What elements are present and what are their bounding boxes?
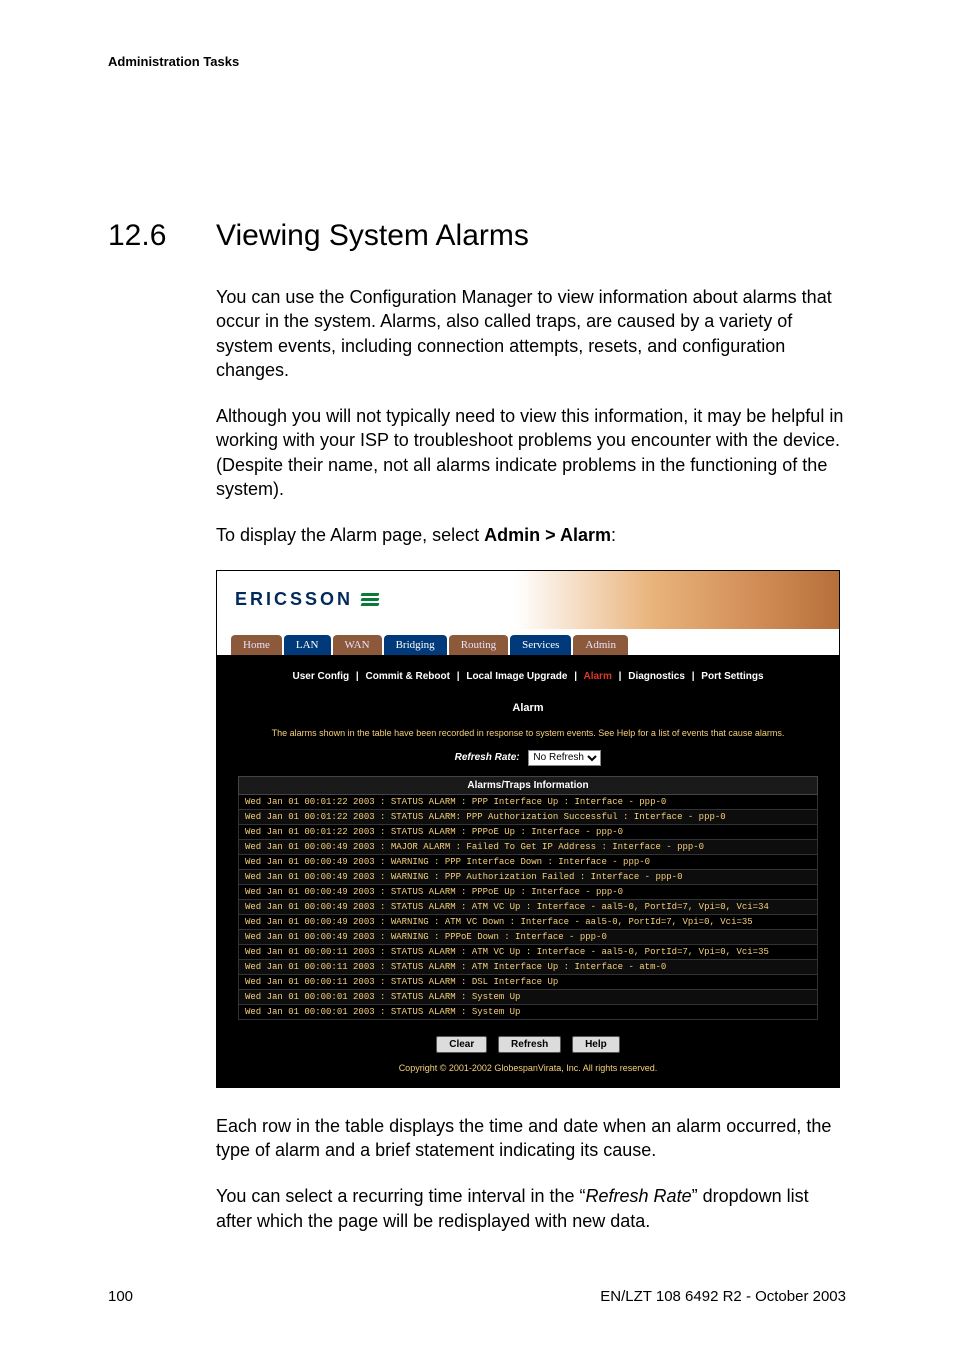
table-row: Wed Jan 01 00:00:49 2003 : STATUS ALARM … [239,899,818,914]
page-number: 100 [108,1288,133,1305]
help-button[interactable]: Help [572,1036,620,1053]
table-row: Wed Jan 01 00:00:49 2003 : WARNING : PPP… [239,854,818,869]
table-row: Wed Jan 01 00:00:01 2003 : STATUS ALARM … [239,1004,818,1019]
refresh-rate-select[interactable]: No Refresh [528,750,601,766]
screenshot-header: ERICSSON [217,571,839,629]
table-row: Wed Jan 01 00:00:11 2003 : STATUS ALARM … [239,944,818,959]
subnav-commit-reboot[interactable]: Commit & Reboot [366,671,450,682]
tab-services[interactable]: Services [510,635,571,655]
brand-bars-icon [361,593,379,606]
table-row: Wed Jan 01 00:00:49 2003 : MAJOR ALARM :… [239,839,818,854]
table-row: Wed Jan 01 00:00:49 2003 : STATUS ALARM … [239,884,818,899]
subnav-sep: | [692,671,695,682]
table-row: Wed Jan 01 00:01:22 2003 : STATUS ALARM … [239,824,818,839]
brand-logo: ERICSSON [235,589,379,610]
alarm-page-title: Alarm [231,702,825,714]
table-row: Wed Jan 01 00:00:01 2003 : STATUS ALARM … [239,989,818,1004]
table-row: Wed Jan 01 00:00:11 2003 : STATUS ALARM … [239,974,818,989]
section-title: Viewing System Alarms [216,219,529,253]
subnav-sep: | [457,671,460,682]
subnav-local-image-upgrade[interactable]: Local Image Upgrade [466,671,567,682]
alarms-table: Alarms/Traps Information Wed Jan 01 00:0… [238,776,818,1020]
clear-button[interactable]: Clear [436,1036,487,1053]
paragraph-1: You can use the Configuration Manager to… [216,285,846,382]
tab-home[interactable]: Home [231,635,282,655]
alarms-table-header: Alarms/Traps Information [239,776,818,794]
tab-routing[interactable]: Routing [449,635,508,655]
table-row: Wed Jan 01 00:00:49 2003 : WARNING : ATM… [239,914,818,929]
table-row: Wed Jan 01 00:00:49 2003 : WARNING : PPP… [239,929,818,944]
main-nav-tabs: Home LAN WAN Bridging Routing Services A… [217,629,839,655]
subnav-alarm[interactable]: Alarm [584,671,612,682]
tab-admin[interactable]: Admin [573,635,628,655]
brand-text: ERICSSON [235,589,353,610]
p5-a: You can select a recurring time interval… [216,1186,586,1206]
copyright-text: Copyright © 2001-2002 GlobespanVirata, I… [231,1063,825,1073]
subnav-user-config[interactable]: User Config [292,671,349,682]
refresh-button[interactable]: Refresh [498,1036,561,1053]
alarm-page-screenshot: ERICSSON Home LAN WAN Bridging Routing S… [216,570,840,1088]
paragraph-2: Although you will not typically need to … [216,404,846,501]
paragraph-3: To display the Alarm page, select Admin … [216,523,846,547]
section-number: 12.6 [108,219,168,253]
p3-prefix: To display the Alarm page, select [216,525,484,545]
alarm-help-note: The alarms shown in the table have been … [231,728,825,738]
table-row: Wed Jan 01 00:00:11 2003 : STATUS ALARM … [239,959,818,974]
subnav-port-settings[interactable]: Port Settings [701,671,763,682]
tab-wan[interactable]: WAN [333,635,382,655]
subnav-sep: | [619,671,622,682]
paragraph-5: You can select a recurring time interval… [216,1184,846,1233]
p3-suffix: : [611,525,616,545]
table-row: Wed Jan 01 00:00:49 2003 : WARNING : PPP… [239,869,818,884]
running-head: Administration Tasks [108,54,846,69]
p3-bold: Admin > Alarm [484,525,611,545]
tab-lan[interactable]: LAN [284,635,331,655]
refresh-rate-label: Refresh Rate: [455,752,520,763]
table-row: Wed Jan 01 00:01:22 2003 : STATUS ALARM:… [239,809,818,824]
subnav-sep: | [356,671,359,682]
subnav-sep: | [574,671,577,682]
refresh-rate-row: Refresh Rate: No Refresh [231,750,825,766]
p5-italic: Refresh Rate [586,1186,692,1206]
paragraph-4: Each row in the table displays the time … [216,1114,846,1163]
tab-bridging[interactable]: Bridging [384,635,447,655]
page-footer: 100 EN/LZT 108 6492 R2 - October 2003 [108,1288,846,1305]
sub-nav: User Config | Commit & Reboot | Local Im… [231,671,825,682]
subnav-diagnostics[interactable]: Diagnostics [628,671,685,682]
action-buttons: Clear Refresh Help [231,1036,825,1053]
doc-id: EN/LZT 108 6492 R2 - October 2003 [600,1288,846,1305]
table-row: Wed Jan 01 00:01:22 2003 : STATUS ALARM … [239,794,818,809]
